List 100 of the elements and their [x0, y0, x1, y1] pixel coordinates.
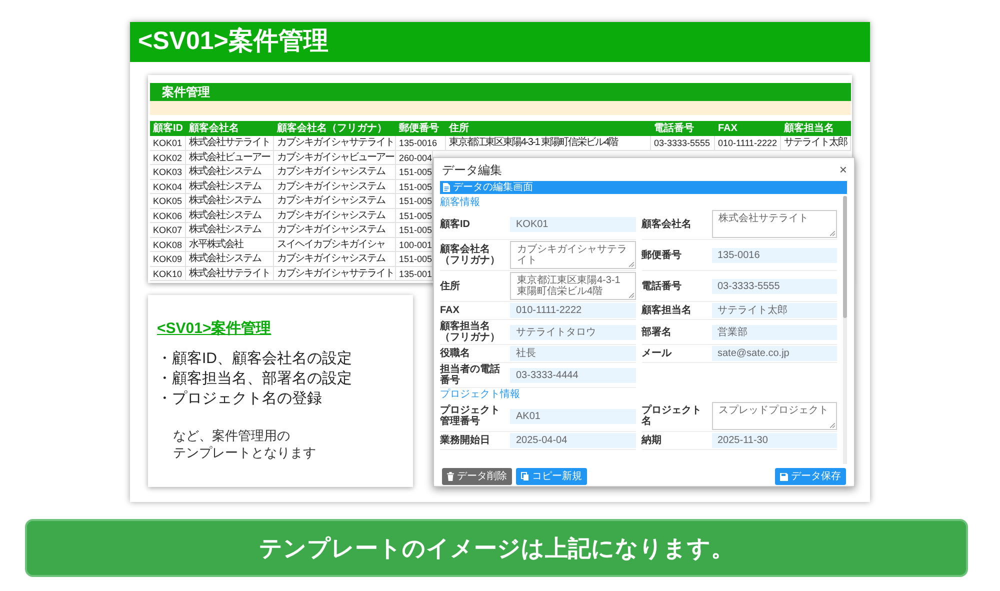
field-label: 担当者の電話番号 — [440, 364, 501, 386]
table-cell: 株式会社システム — [186, 180, 274, 194]
resize-grip-icon[interactable] — [628, 262, 634, 267]
field-label: 顧客担当名 — [642, 305, 692, 316]
table-cell: 010-1111-2222 — [715, 136, 781, 150]
table-cell: カブシキガイシャシステム — [274, 223, 396, 238]
column-header: 住所 — [448, 122, 470, 136]
save-button[interactable]: データ保存 — [775, 468, 846, 485]
text-field[interactable]: sate@sate.co.jp — [712, 346, 837, 361]
field-label: 部署名 — [642, 326, 672, 338]
table-cell: KOK04 — [150, 180, 186, 194]
field-label: 住所 — [440, 280, 461, 292]
text-field[interactable]: KOK01 — [510, 216, 636, 232]
sheet-title: 案件管理 — [150, 83, 851, 101]
table-cell: KOK10 — [150, 266, 186, 281]
table-cell: カブシキガイシャシステム — [274, 208, 396, 223]
field-label: 顧客会社名 — [642, 218, 692, 230]
column-header: 電話番号 — [653, 122, 695, 136]
feature-item: ・プロジェクト名の登録 — [157, 389, 323, 409]
field-label: 郵便番号 — [642, 250, 682, 260]
text-field[interactable]: 03-3333-5555 — [712, 278, 837, 294]
table-cell: KOK08 — [150, 238, 186, 252]
table-cell: 水平株式会社 — [186, 238, 274, 252]
copy-button[interactable]: コピー新規 — [516, 468, 587, 485]
table-cell: スイヘイカブシキガイシャ — [274, 238, 396, 252]
text-field[interactable]: AK01 — [510, 408, 636, 424]
field-label: 電話番号 — [642, 280, 682, 292]
summary-note: など、案件管理用の テンプレートとなります — [173, 427, 317, 461]
page-title: <SV01>案件管理 — [130, 22, 870, 62]
text-area[interactable]: 東京都江東区東陽4-3-1 東陽町信栄ビル4階 — [510, 272, 636, 300]
text-field[interactable]: 2025-04-04 — [510, 433, 636, 448]
table-cell: 東京都江東区東陽4-3-1 東陽町信栄ビル4階 — [446, 136, 651, 150]
table-cell: カブシキガイシャサテライト — [274, 266, 396, 281]
column-header: 郵便番号 — [398, 122, 440, 136]
text-area[interactable]: スプレッドプロジェクト — [712, 402, 837, 430]
resize-grip-icon[interactable] — [830, 423, 835, 428]
table-cell: カブシキガイシャビューアー — [274, 150, 396, 165]
field-label: プロジェクト名 — [642, 405, 702, 427]
table-cell: カブシキガイシャサテライト — [274, 136, 396, 150]
copy-icon — [521, 472, 529, 481]
text-area[interactable]: カブシキガイシャサテライト — [510, 241, 636, 269]
summary-title: <SV01>案件管理 — [157, 319, 272, 339]
table-cell: カブシキガイシャシステム — [274, 180, 396, 194]
text-field[interactable]: 135-0016 — [712, 248, 837, 262]
text-field[interactable]: サテライト太郎 — [712, 303, 837, 318]
field-label: 顧客会社名（フリガナ） — [440, 244, 501, 266]
dialog-title: データ編集 — [442, 162, 502, 176]
text-field[interactable]: 2025-11-30 — [712, 433, 837, 448]
section-title: プロジェクト情報 — [440, 388, 521, 401]
field-label: 顧客ID — [440, 218, 471, 230]
column-header: 顧客担当名 — [782, 121, 835, 136]
table-cell: 株式会社システム — [186, 252, 274, 266]
text-field[interactable]: 03-3333-4444 — [510, 368, 636, 382]
text-field[interactable]: 営業部 — [712, 324, 837, 340]
table-cell: KOK01 — [150, 136, 186, 150]
text-field[interactable]: サテライトタロウ — [510, 324, 636, 340]
table-cell: 株式会社システム — [186, 194, 274, 208]
table-cell: KOK06 — [150, 208, 186, 223]
table-cell: 株式会社ビューアー — [186, 150, 274, 165]
feature-item: ・顧客担当名、部署名の設定 — [157, 369, 353, 389]
column-header: FAX — [717, 122, 738, 136]
text-field[interactable]: 010-1111-2222 — [510, 303, 636, 318]
table-cell: カブシキガイシャシステム — [274, 165, 396, 180]
table-cell: 株式会社システム — [186, 223, 274, 238]
scrollbar-thumb[interactable] — [843, 196, 847, 318]
table-cell: カブシキガイシャシステム — [274, 252, 396, 266]
field-label: プロジェクト管理番号 — [440, 405, 501, 427]
table-cell: KOK03 — [150, 165, 186, 180]
table-cell: 135-0016 — [396, 136, 446, 150]
field-label: 納期 — [642, 435, 662, 446]
table-cell: サテライト太郎 — [781, 136, 851, 150]
text-area[interactable]: 株式会社サテライト — [712, 210, 837, 238]
close-button[interactable]: × — [839, 163, 847, 176]
table-cell: 株式会社システム — [186, 165, 274, 180]
table-cell: 株式会社サテライト — [186, 136, 274, 150]
trash-icon — [447, 472, 454, 481]
field-label: メール — [642, 348, 673, 359]
banner-message: テンプレートのイメージは上記になります。 — [25, 519, 968, 577]
table-cell: カブシキガイシャシステム — [274, 194, 396, 208]
delete-button[interactable]: データ削除 — [442, 468, 512, 485]
table-cell: KOK02 — [150, 150, 186, 165]
field-label: 顧客担当名（フリガナ） — [440, 321, 501, 343]
feature-item: ・顧客ID、顧客会社名の設定 — [157, 349, 353, 369]
column-header: 顧客ID — [152, 121, 184, 136]
table-cell: 03-3333-5555 — [651, 136, 715, 150]
resize-grip-icon[interactable] — [628, 293, 634, 298]
resize-grip-icon[interactable] — [830, 231, 835, 236]
column-header: 顧客会社名 — [188, 121, 240, 136]
dialog-banner-text: データの編集画面 — [453, 182, 533, 193]
section-title: 顧客情報 — [440, 196, 481, 209]
text-field[interactable]: 社長 — [510, 346, 636, 361]
field-label: 業務開始日 — [440, 435, 491, 446]
field-label: FAX — [440, 305, 460, 316]
table-cell: KOK05 — [150, 194, 186, 208]
field-label: 役職名 — [440, 348, 471, 359]
column-header: 顧客会社名（フリガナ） — [276, 121, 388, 136]
table-cell: 株式会社システム — [186, 208, 274, 223]
table-cell: KOK09 — [150, 252, 186, 266]
save-icon — [780, 472, 788, 480]
table-cell: KOK07 — [150, 223, 186, 238]
